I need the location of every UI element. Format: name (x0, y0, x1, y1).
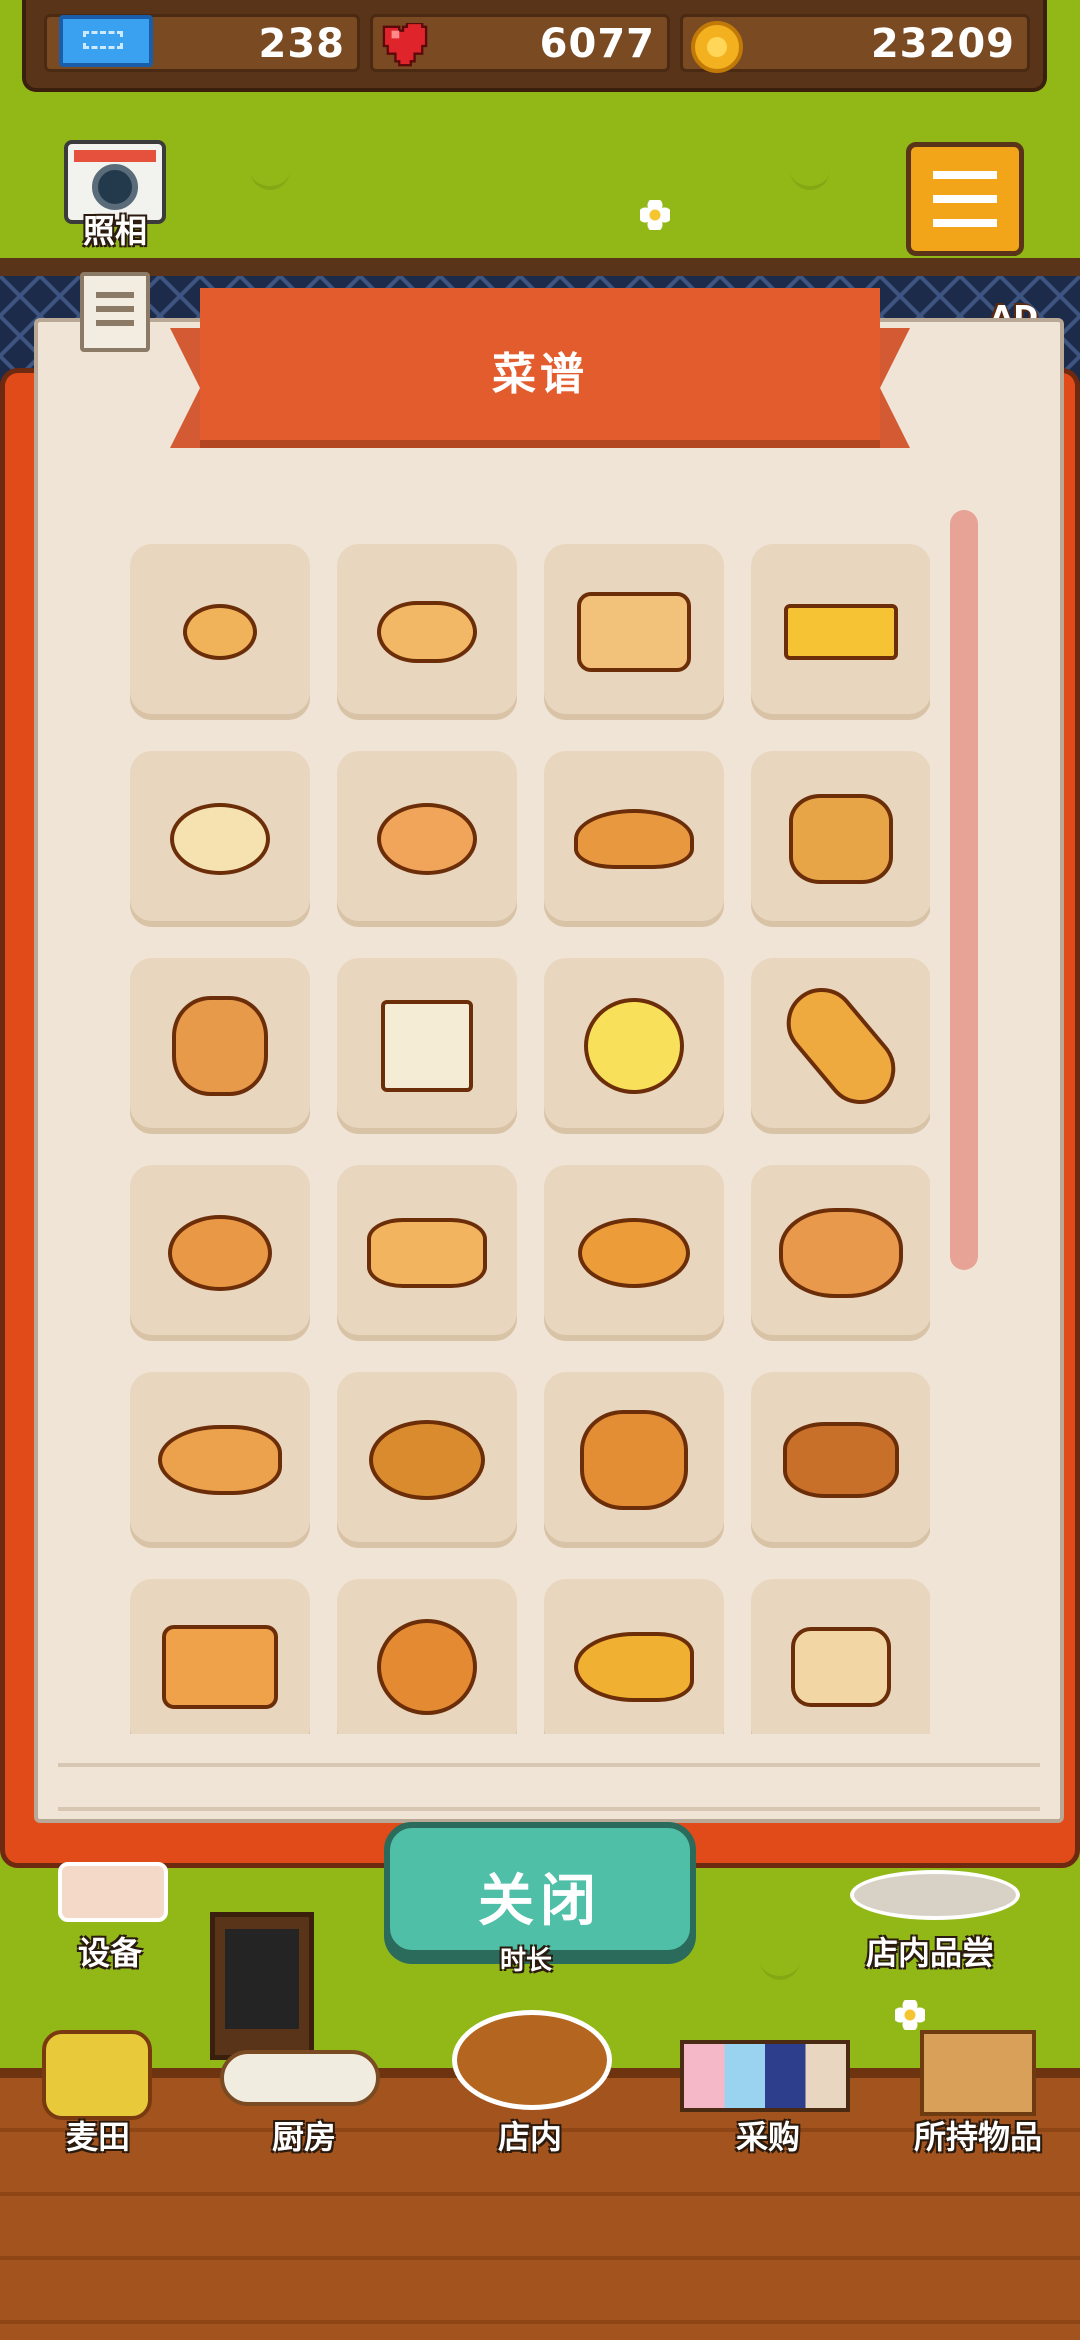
herb-bread-icon (369, 1420, 485, 1500)
recipe-cell-chocolate-loaf[interactable] (751, 1372, 930, 1548)
sandwich-icon (381, 1000, 473, 1092)
inventory-box-icon (920, 2030, 1036, 2116)
bagel-icon (170, 803, 270, 875)
pizza-bread-icon (367, 1218, 487, 1288)
egg-toast-icon (162, 1625, 278, 1709)
burger-icon (791, 1627, 891, 1707)
recipe-cell-jam-pastry[interactable] (751, 1165, 930, 1341)
recipe-cell-castella[interactable] (751, 544, 930, 720)
recipe-cell-sandwich[interactable] (337, 958, 517, 1134)
recipe-cell-loaf[interactable] (544, 544, 724, 720)
camera-label: 照相 (82, 212, 147, 250)
kitchen-icon (220, 2050, 380, 2106)
cream-cornet-icon (574, 1632, 694, 1702)
bear-bun-icon (580, 1410, 688, 1510)
castella-icon (784, 604, 898, 660)
choco-cornet-icon (158, 1425, 282, 1495)
tasting-tray[interactable] (850, 1870, 1020, 1920)
nav-label-store: 店内 (497, 2118, 562, 2156)
flower-decoration (640, 200, 670, 230)
coin-icon (691, 21, 743, 73)
coins-value: 23209 (870, 21, 1015, 67)
shelf-band (0, 258, 1080, 278)
ticket-icon (59, 15, 153, 67)
main-menu-button[interactable] (906, 142, 1024, 256)
equipment-label[interactable]: 设备 (78, 1928, 142, 1974)
close-button-label: 关闭 (478, 1869, 602, 1934)
tickets-value: 238 (258, 21, 345, 67)
roll-icon (183, 604, 257, 660)
recipe-cell-donut[interactable] (337, 751, 517, 927)
bunny-bun-icon (172, 996, 268, 1096)
tickets-counter[interactable]: 238 (44, 14, 360, 72)
recipe-cell-herb-bread[interactable] (337, 1372, 517, 1548)
store-icon (452, 2010, 612, 2110)
recipe-cell-bun[interactable] (337, 544, 517, 720)
hamburger-icon (933, 171, 997, 179)
chocolate-loaf-icon (783, 1422, 899, 1498)
camera-icon (92, 164, 138, 210)
recipe-cell-bagel[interactable] (130, 751, 310, 927)
recipe-title-ribbon: 菜谱 (170, 288, 910, 456)
heart-icon (382, 23, 428, 67)
nav-label-wheat-field: 麦田 (65, 2118, 130, 2156)
recipe-cell-bear-bun[interactable] (544, 1372, 724, 1548)
chalkboard-sign[interactable] (210, 1912, 314, 2060)
coins-counter[interactable]: 23209 (680, 14, 1030, 73)
nav-label-shop: 采购 (735, 2118, 800, 2156)
recipe-cell-baguette[interactable] (751, 958, 930, 1134)
recipe-cell-coppe[interactable] (544, 1165, 724, 1341)
coppe-icon (578, 1218, 690, 1288)
shop-icon (680, 2040, 850, 2112)
sprinkle-donut-icon (168, 1215, 272, 1291)
recipe-cell-burger[interactable] (751, 1579, 930, 1734)
tart-icon (377, 1619, 477, 1715)
recipe-cell-custard-bun[interactable] (544, 958, 724, 1134)
flower-decoration (895, 2000, 925, 2030)
nav-label-kitchen: 厨房 (271, 2118, 336, 2156)
recipe-cell-croissant[interactable] (544, 751, 724, 927)
melon-pan-icon (789, 794, 893, 884)
recipe-grid (130, 544, 930, 1734)
currency-bar: 238 6077 23209 (22, 0, 1047, 92)
recipe-cell-pizza-bread[interactable] (337, 1165, 517, 1341)
bun-icon (377, 601, 477, 663)
bookmark-tab[interactable] (80, 272, 150, 352)
loaf-icon (577, 592, 691, 672)
recipe-cell-egg-toast[interactable] (130, 1579, 310, 1734)
tasting-label[interactable]: 店内品尝 (866, 1928, 994, 1974)
equipment-item[interactable] (58, 1862, 168, 1922)
timer-popup-label: 时长 (500, 1946, 553, 1976)
close-button[interactable]: 关闭 (384, 1822, 696, 1956)
donut-icon (377, 803, 477, 875)
recipe-cell-sprinkle-donut[interactable] (130, 1165, 310, 1341)
nav-label-inventory: 所持物品 (913, 2118, 1042, 2156)
croissant-icon (574, 809, 694, 869)
recipe-cell-tart[interactable] (337, 1579, 517, 1734)
custard-bun-icon (584, 998, 684, 1094)
recipe-book-title: 菜谱 (492, 349, 588, 400)
recipe-cell-cream-cornet[interactable] (544, 1579, 724, 1734)
hearts-value: 6077 (539, 21, 655, 67)
recipe-cell-bunny-bun[interactable] (130, 958, 310, 1134)
wheat-field-icon (42, 2030, 152, 2120)
recipe-cell-roll[interactable] (130, 544, 310, 720)
recipe-cell-melon-pan[interactable] (751, 751, 930, 927)
recipe-scrollbar[interactable] (950, 510, 978, 1270)
recipe-cell-choco-cornet[interactable] (130, 1372, 310, 1548)
hearts-counter[interactable]: 6077 (370, 14, 670, 72)
jam-pastry-icon (779, 1208, 903, 1298)
baguette-icon (772, 973, 910, 1119)
